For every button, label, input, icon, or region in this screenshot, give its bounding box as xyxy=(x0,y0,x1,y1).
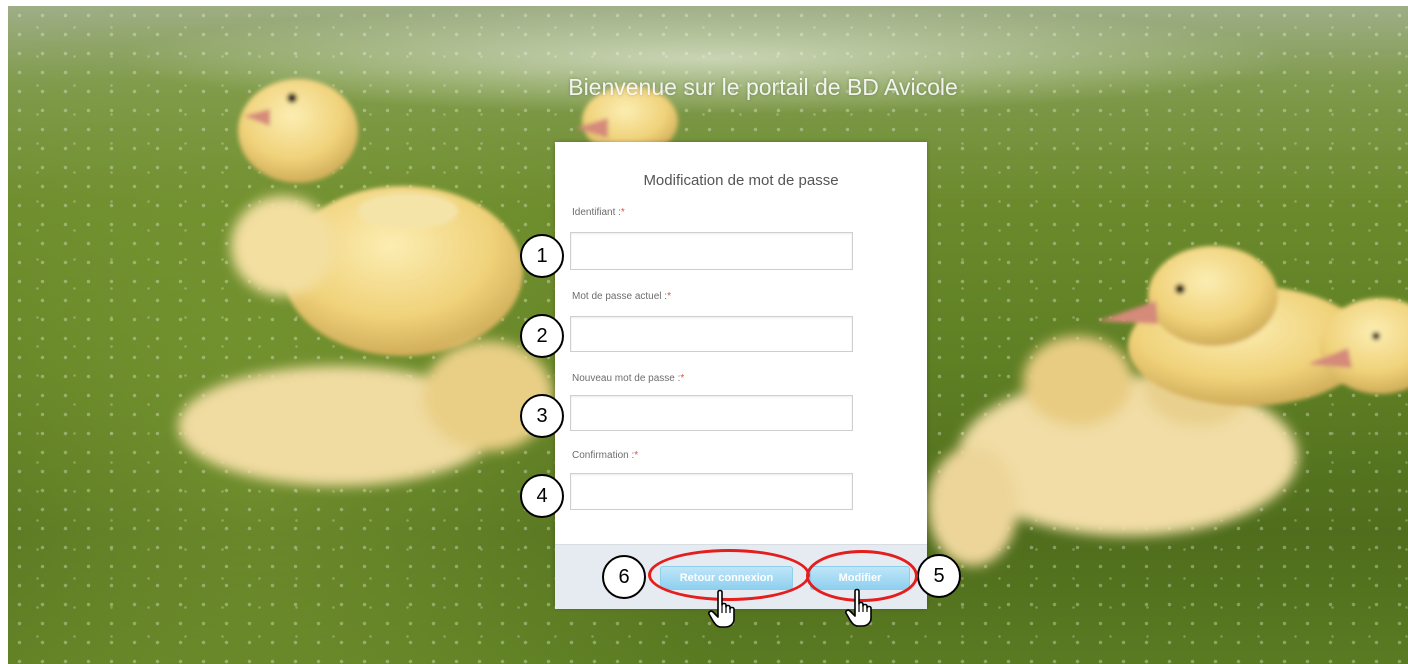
callout-6: 6 xyxy=(602,555,646,599)
current-password-label-text: Mot de passe actuel : xyxy=(572,291,668,302)
callout-3: 3 xyxy=(520,394,564,438)
callout-1: 1 xyxy=(520,234,564,278)
required-marker: * xyxy=(620,207,625,218)
required-marker: * xyxy=(634,450,639,461)
new-password-label: Nouveau mot de passe :* xyxy=(572,373,684,384)
new-password-label-text: Nouveau mot de passe : xyxy=(572,373,681,384)
identifiant-label: Identifiant :* xyxy=(572,207,625,218)
confirmation-input[interactable] xyxy=(570,473,853,510)
panel-title: Modification de mot de passe xyxy=(643,172,839,189)
new-password-input[interactable] xyxy=(570,395,853,431)
password-change-panel: Modification de mot de passe Identifiant… xyxy=(555,142,927,609)
confirmation-label: Confirmation :* xyxy=(572,450,638,461)
callout-2: 2 xyxy=(520,314,564,358)
callout-5: 5 xyxy=(917,554,961,598)
hand-pointer-icon xyxy=(845,588,872,627)
required-marker: * xyxy=(667,291,671,302)
login-page: Bienvenue sur le portail de BD Avicole M… xyxy=(0,0,1408,664)
identifiant-input[interactable] xyxy=(570,232,853,270)
current-password-label: Mot de passe actuel :* xyxy=(572,291,671,302)
portal-title: Bienvenue sur le portail de BD Avicole xyxy=(568,74,958,100)
identifiant-label-text: Identifiant : xyxy=(572,207,621,218)
current-password-input[interactable] xyxy=(570,316,853,352)
confirmation-label-text: Confirmation : xyxy=(572,450,635,461)
hand-pointer-icon xyxy=(708,589,735,628)
callout-4: 4 xyxy=(520,474,564,518)
required-marker: * xyxy=(680,373,685,384)
